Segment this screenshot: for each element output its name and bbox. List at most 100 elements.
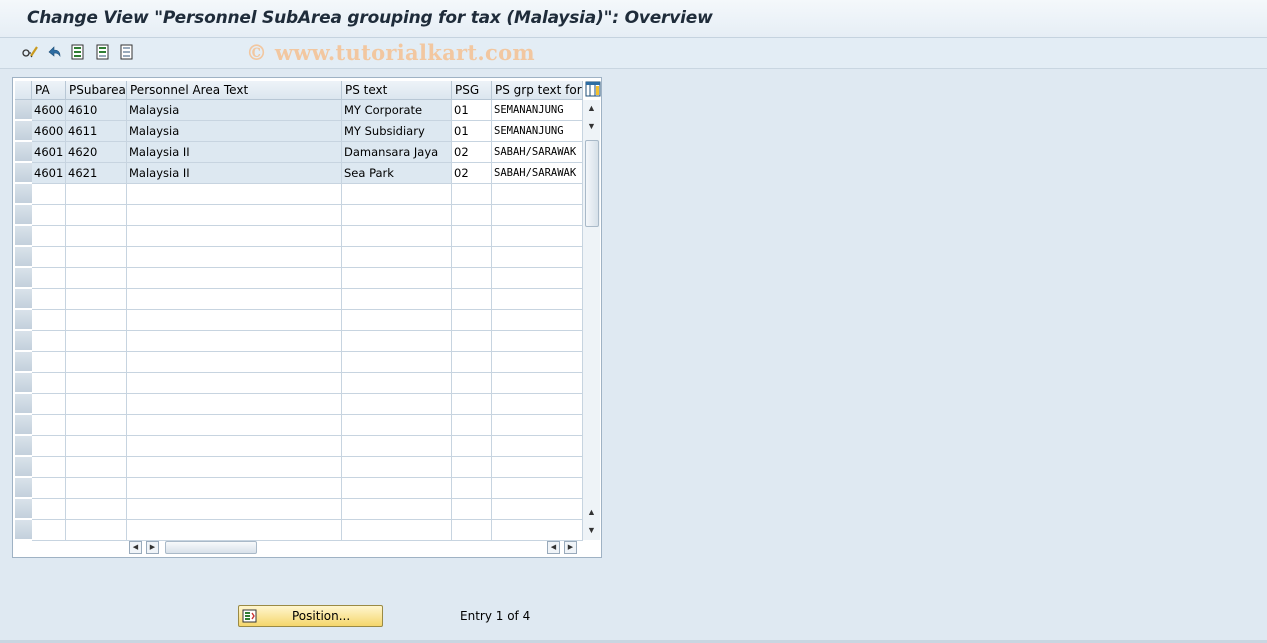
row-selector[interactable]: [15, 478, 32, 498]
empty-cell: [342, 478, 452, 499]
scroll-down-icon[interactable]: ▼: [583, 522, 600, 538]
row-selector[interactable]: [15, 520, 32, 540]
empty-cell: [492, 520, 583, 541]
row-selector[interactable]: [15, 163, 32, 183]
scroll-column-right-icon[interactable]: ▶: [564, 541, 577, 554]
undo-icon[interactable]: [46, 44, 62, 60]
table-settings-icon[interactable]: [585, 81, 601, 97]
column-header-ps-text[interactable]: PS text: [342, 81, 452, 100]
column-header-pa[interactable]: PA: [32, 81, 66, 100]
empty-cell: [32, 478, 66, 499]
empty-cell: [127, 415, 342, 436]
empty-cell: [342, 310, 452, 331]
page-title: Change View "Personnel SubArea grouping …: [27, 8, 713, 28]
row-selector[interactable]: [15, 352, 32, 372]
empty-cell: [452, 352, 492, 373]
column-header-personnel-area-text[interactable]: Personnel Area Text: [127, 81, 342, 100]
row-selector[interactable]: [15, 373, 32, 393]
scroll-left-icon[interactable]: ◀: [129, 541, 142, 554]
scroll-right-icon[interactable]: ▶: [146, 541, 159, 554]
select-all-icon[interactable]: [70, 44, 86, 60]
row-selector[interactable]: [15, 457, 32, 477]
empty-cell: [342, 205, 452, 226]
empty-cell: [127, 499, 342, 520]
empty-cell: [452, 373, 492, 394]
title-bar: Change View "Personnel SubArea grouping …: [0, 0, 1267, 38]
row-selector[interactable]: [15, 247, 32, 267]
row-selector[interactable]: [15, 121, 32, 141]
row-selector[interactable]: [15, 268, 32, 288]
select-block-icon[interactable]: [95, 44, 111, 60]
cell-ps-grp-text[interactable]: SABAH/SARAWAK: [492, 142, 583, 163]
row-selector[interactable]: [15, 289, 32, 309]
position-button[interactable]: Position...: [238, 605, 383, 627]
cell-psg[interactable]: 02: [452, 142, 492, 163]
empty-cell: [492, 331, 583, 352]
empty-cell: [492, 247, 583, 268]
cell-ps-grp-text[interactable]: SEMANANJUNG: [492, 121, 583, 142]
empty-cell: [66, 478, 127, 499]
empty-cell: [32, 226, 66, 247]
row-selector[interactable]: [15, 499, 32, 519]
row-selector[interactable]: [15, 331, 32, 351]
empty-cell: [492, 184, 583, 205]
empty-cell: [492, 394, 583, 415]
empty-cell: [32, 457, 66, 478]
vertical-scroll-thumb[interactable]: [585, 140, 599, 227]
empty-cell: [452, 205, 492, 226]
row-selector[interactable]: [15, 310, 32, 330]
empty-cell: [32, 184, 66, 205]
scroll-page-down-icon[interactable]: ▲: [583, 504, 600, 520]
row-selector[interactable]: [15, 394, 32, 414]
empty-cell: [492, 289, 583, 310]
row-selector[interactable]: [15, 142, 32, 162]
empty-cell: [127, 268, 342, 289]
row-selector[interactable]: [15, 184, 32, 204]
horizontal-scrollbar[interactable]: ◀ ▶ ◀ ▶: [127, 540, 587, 556]
empty-cell: [32, 289, 66, 310]
empty-cell: [66, 436, 127, 457]
column-header-psg[interactable]: PSG: [452, 81, 492, 100]
empty-cell: [492, 478, 583, 499]
empty-cell: [127, 226, 342, 247]
cell-psubarea: 4610: [66, 100, 127, 121]
cell-ps-grp-text[interactable]: SEMANANJUNG: [492, 100, 583, 121]
row-selector[interactable]: [15, 415, 32, 435]
empty-cell: [492, 415, 583, 436]
empty-cell: [342, 415, 452, 436]
empty-cell: [127, 478, 342, 499]
entry-counter: Entry 1 of 4: [460, 609, 531, 623]
empty-cell: [342, 436, 452, 457]
scroll-column-left-icon[interactable]: ◀: [547, 541, 560, 554]
empty-cell: [32, 247, 66, 268]
empty-cell: [127, 184, 342, 205]
empty-cell: [452, 394, 492, 415]
cell-psg[interactable]: 01: [452, 100, 492, 121]
column-header-psubarea[interactable]: PSubarea: [66, 81, 127, 100]
row-selector[interactable]: [15, 226, 32, 246]
cell-ps-grp-text[interactable]: SABAH/SARAWAK: [492, 163, 583, 184]
empty-cell: [127, 352, 342, 373]
select-all-rows-header[interactable]: [15, 81, 32, 100]
vertical-scrollbar[interactable]: ▲ ▼ ▲ ▼: [583, 100, 600, 540]
row-selector[interactable]: [15, 436, 32, 456]
watermark: © www.tutorialkart.com: [246, 40, 535, 65]
cell-ps-text: Sea Park: [342, 163, 452, 184]
empty-cell: [32, 331, 66, 352]
display-change-icon[interactable]: [22, 44, 38, 60]
empty-cell: [127, 520, 342, 541]
empty-cell: [452, 520, 492, 541]
cell-psg[interactable]: 01: [452, 121, 492, 142]
empty-cell: [66, 331, 127, 352]
deselect-all-icon[interactable]: [119, 44, 135, 60]
cell-ps-text: MY Subsidiary: [342, 121, 452, 142]
row-selector[interactable]: [15, 205, 32, 225]
row-selector[interactable]: [15, 100, 32, 120]
scroll-page-up-icon[interactable]: ▼: [583, 118, 600, 134]
column-header-ps-grp-text[interactable]: PS grp text for t: [492, 81, 583, 100]
scroll-up-icon[interactable]: ▲: [583, 100, 600, 116]
cell-psg[interactable]: 02: [452, 163, 492, 184]
empty-cell: [492, 352, 583, 373]
horizontal-scroll-thumb[interactable]: [165, 541, 257, 554]
empty-cell: [452, 310, 492, 331]
